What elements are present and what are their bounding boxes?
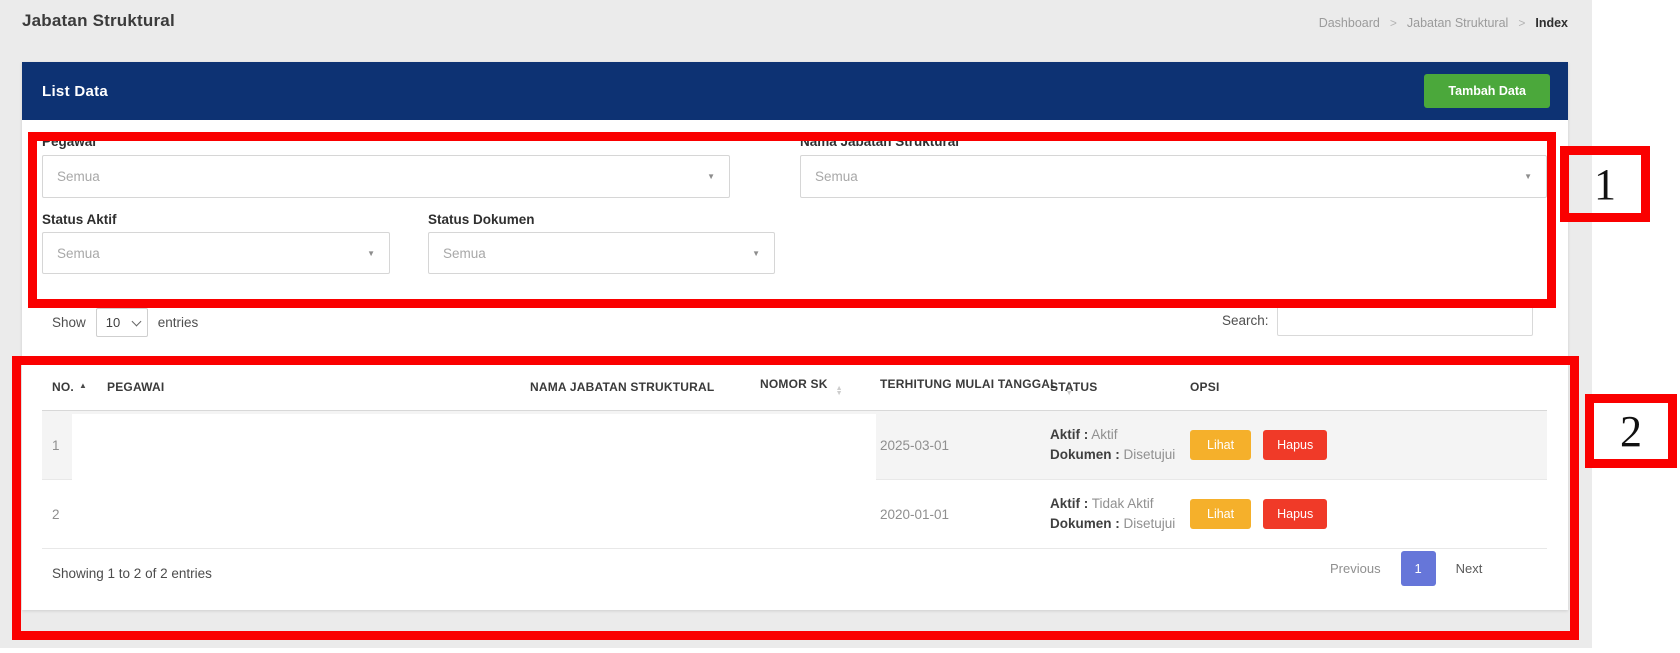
- sort-ascending-icon: ▲: [79, 381, 87, 390]
- status-aktif-select-value: Semua: [57, 246, 100, 261]
- column-header-no[interactable]: NO.▲: [42, 360, 97, 411]
- breadcrumb: Dashboard > Jabatan Struktural > Index: [1319, 16, 1568, 30]
- pagination-page-1[interactable]: 1: [1401, 551, 1436, 586]
- column-header-pegawai[interactable]: PEGAWAI: [97, 360, 520, 411]
- column-header-nomor-sk[interactable]: NOMOR SK▲▼: [750, 360, 870, 411]
- show-label: Show: [52, 315, 86, 330]
- cell-opsi: Lihat Hapus: [1180, 411, 1547, 480]
- breadcrumb-separator-icon: >: [1390, 16, 1397, 30]
- filter-label-status-dokumen: Status Dokumen: [428, 212, 535, 227]
- sort-both-icon: ▲▼: [836, 386, 843, 396]
- chevron-down-icon: ▼: [707, 172, 715, 181]
- column-header-terhitung-mulai-tanggal[interactable]: TERHITUNG MULAI TANGGAL▲▼: [870, 360, 1040, 411]
- search-control: Search:: [1222, 305, 1533, 336]
- breadcrumb-separator-icon: >: [1518, 16, 1525, 30]
- table-header-row: NO.▲ PEGAWAI NAMA JABATAN STRUKTURAL NOM…: [42, 360, 1547, 411]
- cell-opsi: Lihat Hapus: [1180, 480, 1547, 549]
- search-input[interactable]: [1277, 305, 1533, 336]
- status-dokumen-key: Dokumen :: [1050, 447, 1120, 462]
- annotation-label-2: 2: [1585, 394, 1677, 468]
- column-header-opsi[interactable]: OPSI: [1180, 360, 1547, 411]
- breadcrumb-item-jabatan-struktural[interactable]: Jabatan Struktural: [1407, 16, 1508, 30]
- hapus-button[interactable]: Hapus: [1263, 430, 1327, 460]
- status-dokumen-select[interactable]: Semua ▼: [428, 232, 775, 274]
- page-length-value: 10: [106, 315, 120, 330]
- cell-terhitung-mulai-tanggal: 2020-01-01: [870, 480, 1040, 549]
- status-dokumen-key: Dokumen :: [1050, 516, 1120, 531]
- search-label: Search:: [1222, 313, 1269, 328]
- card-title: List Data: [42, 83, 108, 100]
- status-aktif-key: Aktif :: [1050, 496, 1088, 511]
- card-header: List Data Tambah Data: [22, 62, 1568, 120]
- filter-label-pegawai: Pegawai: [42, 134, 96, 149]
- screenshot-canvas: Jabatan Struktural Dashboard > Jabatan S…: [0, 0, 1680, 653]
- chevron-down-icon: ▼: [752, 249, 760, 258]
- pagination-next[interactable]: Next: [1456, 561, 1483, 576]
- breadcrumb-item-index: Index: [1535, 16, 1568, 30]
- page-title: Jabatan Struktural: [22, 11, 175, 31]
- page-length-control: Show 10 entries: [52, 308, 198, 337]
- cell-status: Aktif : Tidak Aktif Dokumen : Disetujui: [1040, 480, 1180, 549]
- status-dokumen-value: Disetujui: [1124, 516, 1176, 531]
- pegawai-select-value: Semua: [57, 169, 100, 184]
- tambah-data-button[interactable]: Tambah Data: [1424, 74, 1550, 108]
- chevron-down-icon: ▼: [1524, 172, 1532, 181]
- page-length-select[interactable]: 10: [96, 308, 148, 337]
- lihat-button[interactable]: Lihat: [1190, 430, 1251, 460]
- lihat-button[interactable]: Lihat: [1190, 499, 1251, 529]
- hapus-button[interactable]: Hapus: [1263, 499, 1327, 529]
- pagination: Previous 1 Next: [1330, 551, 1482, 586]
- status-aktif-value: Aktif: [1091, 427, 1117, 442]
- column-header-nama-jabatan[interactable]: NAMA JABATAN STRUKTURAL: [520, 360, 750, 411]
- filter-label-nama-jabatan: Nama Jabatan Struktural: [800, 134, 959, 149]
- status-dokumen-value: Disetujui: [1124, 447, 1176, 462]
- pegawai-select[interactable]: Semua ▼: [42, 155, 730, 198]
- nama-jabatan-select-value: Semua: [815, 169, 858, 184]
- pagination-previous[interactable]: Previous: [1330, 561, 1381, 576]
- status-aktif-value: Tidak Aktif: [1092, 496, 1154, 511]
- table-info: Showing 1 to 2 of 2 entries: [52, 566, 212, 581]
- breadcrumb-item-dashboard[interactable]: Dashboard: [1319, 16, 1380, 30]
- chevron-down-icon: ▼: [367, 249, 375, 258]
- status-dokumen-select-value: Semua: [443, 246, 486, 261]
- entries-label: entries: [158, 315, 199, 330]
- filter-label-status-aktif: Status Aktif: [42, 212, 117, 227]
- status-aktif-select[interactable]: Semua ▼: [42, 232, 390, 274]
- nama-jabatan-select[interactable]: Semua ▼: [800, 155, 1547, 198]
- chevron-down-icon: [131, 316, 141, 326]
- cell-terhitung-mulai-tanggal: 2025-03-01: [870, 411, 1040, 480]
- cell-status: Aktif : Aktif Dokumen : Disetujui: [1040, 411, 1180, 480]
- column-header-status[interactable]: STATUS: [1040, 360, 1180, 411]
- status-aktif-key: Aktif :: [1050, 427, 1088, 442]
- redacted-data-block: [72, 414, 876, 541]
